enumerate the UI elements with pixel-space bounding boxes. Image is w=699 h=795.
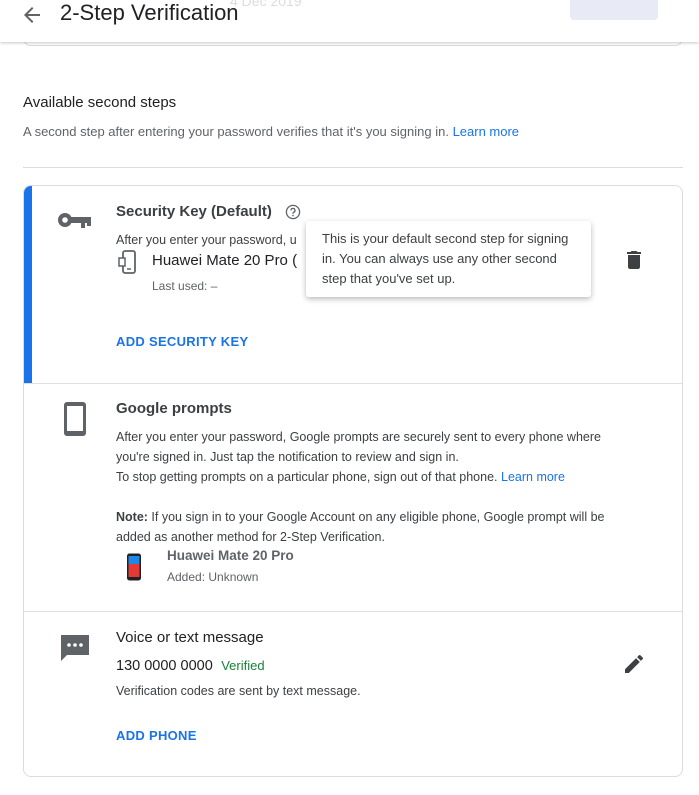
voice-text-description: Verification codes are sent by text mess… (116, 684, 361, 698)
default-step-tooltip: This is your default second step for sig… (306, 221, 591, 297)
row-divider (24, 383, 682, 384)
ghost-date-text: 4 Dec 2019 (230, 0, 302, 9)
section-subtitle: A second step after entering your passwo… (23, 124, 519, 139)
verified-badge: Verified (221, 658, 265, 673)
voice-text-title: Voice or text message (116, 629, 264, 646)
help-icon[interactable] (285, 204, 301, 220)
security-key-last-used: Last used: – (152, 279, 218, 293)
google-prompts-note-line2: added as another method for 2-Step Verif… (116, 530, 385, 544)
security-key-description: After you enter your password, u (116, 233, 297, 247)
add-security-key-button[interactable]: ADD SECURITY KEY (116, 334, 248, 349)
google-prompts-line1: After you enter your password, Google pr… (116, 430, 601, 444)
sms-icon (61, 635, 89, 661)
arrow-back-icon (24, 7, 40, 23)
security-key-title: Security Key (Default) (116, 203, 272, 220)
edit-icon[interactable] (622, 652, 646, 676)
row-divider (24, 611, 682, 612)
phone-number: 130 0000 0000 (116, 658, 213, 674)
learn-more-link[interactable]: Learn more (453, 124, 519, 139)
note-label: Note: (116, 510, 148, 524)
google-prompts-device-name: Huawei Mate 20 Pro (167, 548, 294, 563)
add-phone-button[interactable]: ADD PHONE (116, 728, 197, 743)
smartphone-icon (64, 402, 86, 436)
google-prompts-line3: To stop getting prompts on a particular … (116, 470, 565, 484)
back-button[interactable] (20, 3, 44, 27)
page-title: 2-Step Verification (60, 0, 239, 25)
delete-icon[interactable] (622, 248, 646, 272)
security-key-device-name: Huawei Mate 20 Pro ( (152, 252, 298, 269)
voice-text-phone-line: 130 0000 0000 Verified (116, 657, 265, 675)
section-divider (23, 167, 683, 168)
android-phone-icon (127, 553, 141, 581)
google-prompts-line2: you're signed in. Just tap the notificat… (116, 450, 459, 464)
default-accent-bar (24, 186, 32, 383)
key-icon (58, 213, 91, 228)
section-title: Available second steps (23, 94, 177, 111)
note-line1: If you sign in to your Google Account on… (147, 510, 605, 524)
google-prompts-note: Note: If you sign in to your Google Acco… (116, 510, 604, 524)
app-bar: 4 Dec 2019 2-Step Verification (0, 0, 699, 42)
phone-icon (118, 250, 136, 274)
section-subtitle-text: A second step after entering your passwo… (23, 124, 449, 139)
google-prompts-line3-text: To stop getting prompts on a particular … (116, 470, 498, 484)
turn-off-button[interactable] (570, 0, 658, 20)
google-prompts-device-added: Added: Unknown (167, 570, 259, 584)
google-prompts-learn-more-link[interactable]: Learn more (501, 470, 565, 484)
google-prompts-title: Google prompts (116, 400, 232, 417)
